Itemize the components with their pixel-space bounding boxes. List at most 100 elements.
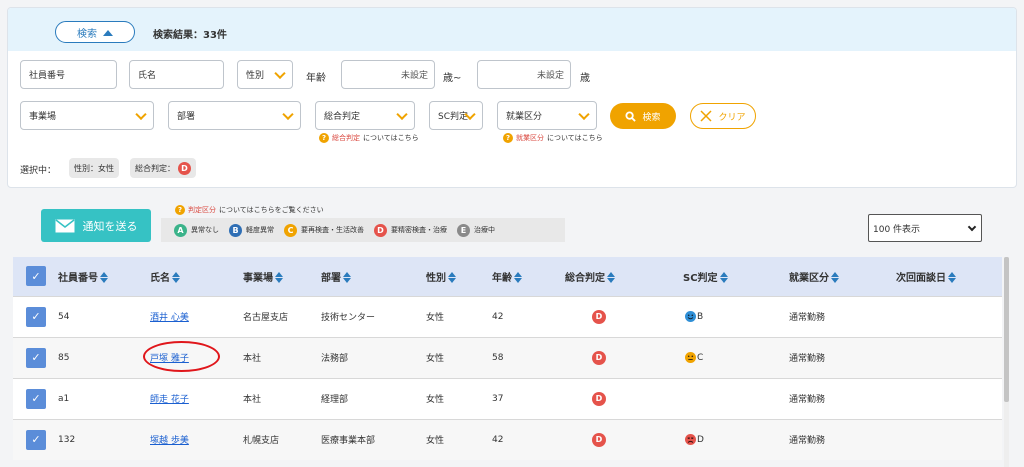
- send-notification-button[interactable]: 通知を送る: [41, 209, 151, 242]
- cell-age: 58: [492, 336, 565, 378]
- header-next-interview[interactable]: 次回面談日: [896, 257, 1002, 296]
- sort-icon: [948, 272, 956, 284]
- workplace-select[interactable]: 事業場: [20, 101, 154, 130]
- select-all-checkbox[interactable]: ✓: [26, 266, 46, 287]
- filter-chip-overall[interactable]: 総合判定： D: [130, 158, 196, 178]
- row-checkbox[interactable]: ✓: [26, 347, 46, 368]
- cell-work-type: 通常勤務: [789, 336, 896, 378]
- header-name[interactable]: 氏名: [150, 257, 243, 296]
- overall-judgement-select[interactable]: 総合判定: [315, 101, 415, 130]
- gender-select[interactable]: 性別: [237, 60, 293, 89]
- legend-help-link[interactable]: 判定区分: [188, 205, 216, 215]
- employee-name-link[interactable]: 師走 花子: [150, 395, 189, 405]
- header-overall[interactable]: 総合判定: [565, 257, 683, 296]
- overall-select-label: 総合判定: [324, 112, 361, 122]
- header-employee-no[interactable]: 社員番号: [58, 257, 150, 296]
- legend-item: D 要精密検査・治療: [374, 223, 447, 237]
- overall-help-note[interactable]: ? 総合判定 についてはこちら: [319, 133, 419, 143]
- legend-item: C 要再検査・生活改善: [284, 223, 364, 237]
- employee-no-placeholder: 社員番号: [29, 71, 66, 81]
- legend-help-note[interactable]: ? 判定区分 についてはこちらをご覧ください: [175, 205, 324, 215]
- clear-button[interactable]: クリア: [690, 103, 756, 129]
- row-select-cell: ✓: [13, 377, 58, 419]
- employee-name-link[interactable]: 塚越 歩美: [150, 436, 189, 446]
- grade-d-badge: D: [592, 309, 606, 324]
- cell-gender: 女性: [426, 295, 492, 337]
- search-toggle-button[interactable]: 検索: [55, 21, 135, 43]
- legend-label: 要再検査・生活改善: [301, 226, 364, 234]
- cell-work-type: 通常勤務: [789, 377, 896, 419]
- cell-department: 医療事業本部: [321, 418, 426, 460]
- sc-judgement-select[interactable]: SC判定: [429, 101, 483, 130]
- neutral-face-icon: [685, 352, 696, 363]
- employee-no-input[interactable]: 社員番号: [20, 60, 117, 89]
- work-type-select[interactable]: 就業区分: [497, 101, 597, 130]
- age-from-value: 未設定: [400, 71, 428, 81]
- sc-grade: D: [697, 435, 704, 446]
- cell-age: 42: [492, 418, 565, 460]
- table-row[interactable]: ✓ 132 塚越 歩美 札幌支店 医療事業本部 女性 42 D D 通常勤務: [13, 418, 1002, 460]
- clear-button-label: クリア: [718, 112, 746, 123]
- cell-work-type: 通常勤務: [789, 295, 896, 337]
- sort-icon: [719, 272, 728, 284]
- cell-next-interview: [896, 418, 1002, 460]
- legend-help-text: についてはこちらをご覧ください: [219, 206, 324, 214]
- cell-name: 師走 花子: [150, 377, 243, 419]
- check-icon: ✓: [31, 310, 41, 323]
- header-workplace[interactable]: 事業場: [243, 257, 321, 296]
- header-name-label: 氏名: [150, 272, 170, 284]
- chevron-down-icon: [396, 108, 408, 120]
- cell-age: 42: [492, 295, 565, 337]
- header-age-label: 年齢: [492, 272, 512, 284]
- row-checkbox[interactable]: ✓: [26, 429, 46, 450]
- question-icon: ?: [319, 133, 329, 143]
- workplace-select-label: 事業場: [29, 112, 57, 122]
- cell-employee-no: a1: [58, 377, 150, 419]
- selected-label: 選択中：: [20, 166, 57, 176]
- legend-item: B 軽度異常: [229, 223, 274, 237]
- employee-name-link[interactable]: 酒井 心美: [150, 313, 189, 323]
- work-type-help-link[interactable]: 就業区分: [516, 133, 544, 143]
- question-icon: ?: [503, 133, 513, 143]
- table-scrollbar[interactable]: [1004, 257, 1009, 467]
- age-from-input[interactable]: 未設定: [341, 60, 435, 89]
- grade-d-badge: D: [592, 391, 606, 406]
- header-sc-label: SC判定: [683, 272, 718, 284]
- scrollbar-thumb[interactable]: [1004, 257, 1009, 402]
- filter-chip-gender[interactable]: 性別：女性: [69, 158, 119, 178]
- overall-help-link[interactable]: 総合判定: [332, 133, 360, 143]
- result-count: 検索結果：33件: [153, 30, 227, 41]
- header-gender[interactable]: 性別: [426, 257, 492, 296]
- sort-icon: [172, 272, 180, 284]
- department-select[interactable]: 部署: [168, 101, 301, 130]
- sad-face-icon: [685, 434, 696, 446]
- table-row[interactable]: ✓ a1 師走 花子 本社 経理部 女性 37 D 通常勤務: [13, 377, 1002, 419]
- row-checkbox[interactable]: ✓: [26, 388, 46, 409]
- close-icon: [700, 110, 713, 122]
- row-checkbox[interactable]: ✓: [26, 306, 46, 327]
- header-age[interactable]: 年齢: [492, 257, 565, 296]
- cell-gender: 女性: [426, 377, 492, 419]
- check-icon: ✓: [31, 392, 41, 405]
- sort-icon: [343, 272, 351, 284]
- cell-department: 法務部: [321, 336, 426, 378]
- header-work-type[interactable]: 就業区分: [789, 257, 896, 296]
- search-toggle-label: 検索: [77, 28, 97, 40]
- filter-chip-gender-label: 性別：女性: [74, 163, 114, 173]
- legend-label: 軽度異常: [246, 226, 274, 234]
- header-sc[interactable]: SC判定: [683, 257, 789, 296]
- per-page-select[interactable]: 100 件表示: [868, 214, 982, 242]
- mail-icon: [55, 218, 74, 232]
- header-department[interactable]: 部署: [321, 257, 426, 296]
- age-to-input[interactable]: 未設定: [477, 60, 571, 89]
- name-input[interactable]: 氏名: [129, 60, 224, 89]
- search-button[interactable]: 検索: [610, 103, 676, 129]
- work-type-help-note[interactable]: ? 就業区分 についてはこちら: [503, 133, 603, 143]
- header-work-type-label: 就業区分: [789, 272, 829, 284]
- table-row[interactable]: ✓ 54 酒井 心美 名古屋支店 技術センター 女性 42 D B 通常勤務: [13, 295, 1002, 337]
- cell-next-interview: [896, 336, 1002, 378]
- check-icon: ✓: [31, 269, 41, 283]
- cell-workplace: 名古屋支店: [243, 295, 321, 337]
- header-employee-no-label: 社員番号: [58, 272, 98, 284]
- header-department-label: 部署: [321, 272, 341, 284]
